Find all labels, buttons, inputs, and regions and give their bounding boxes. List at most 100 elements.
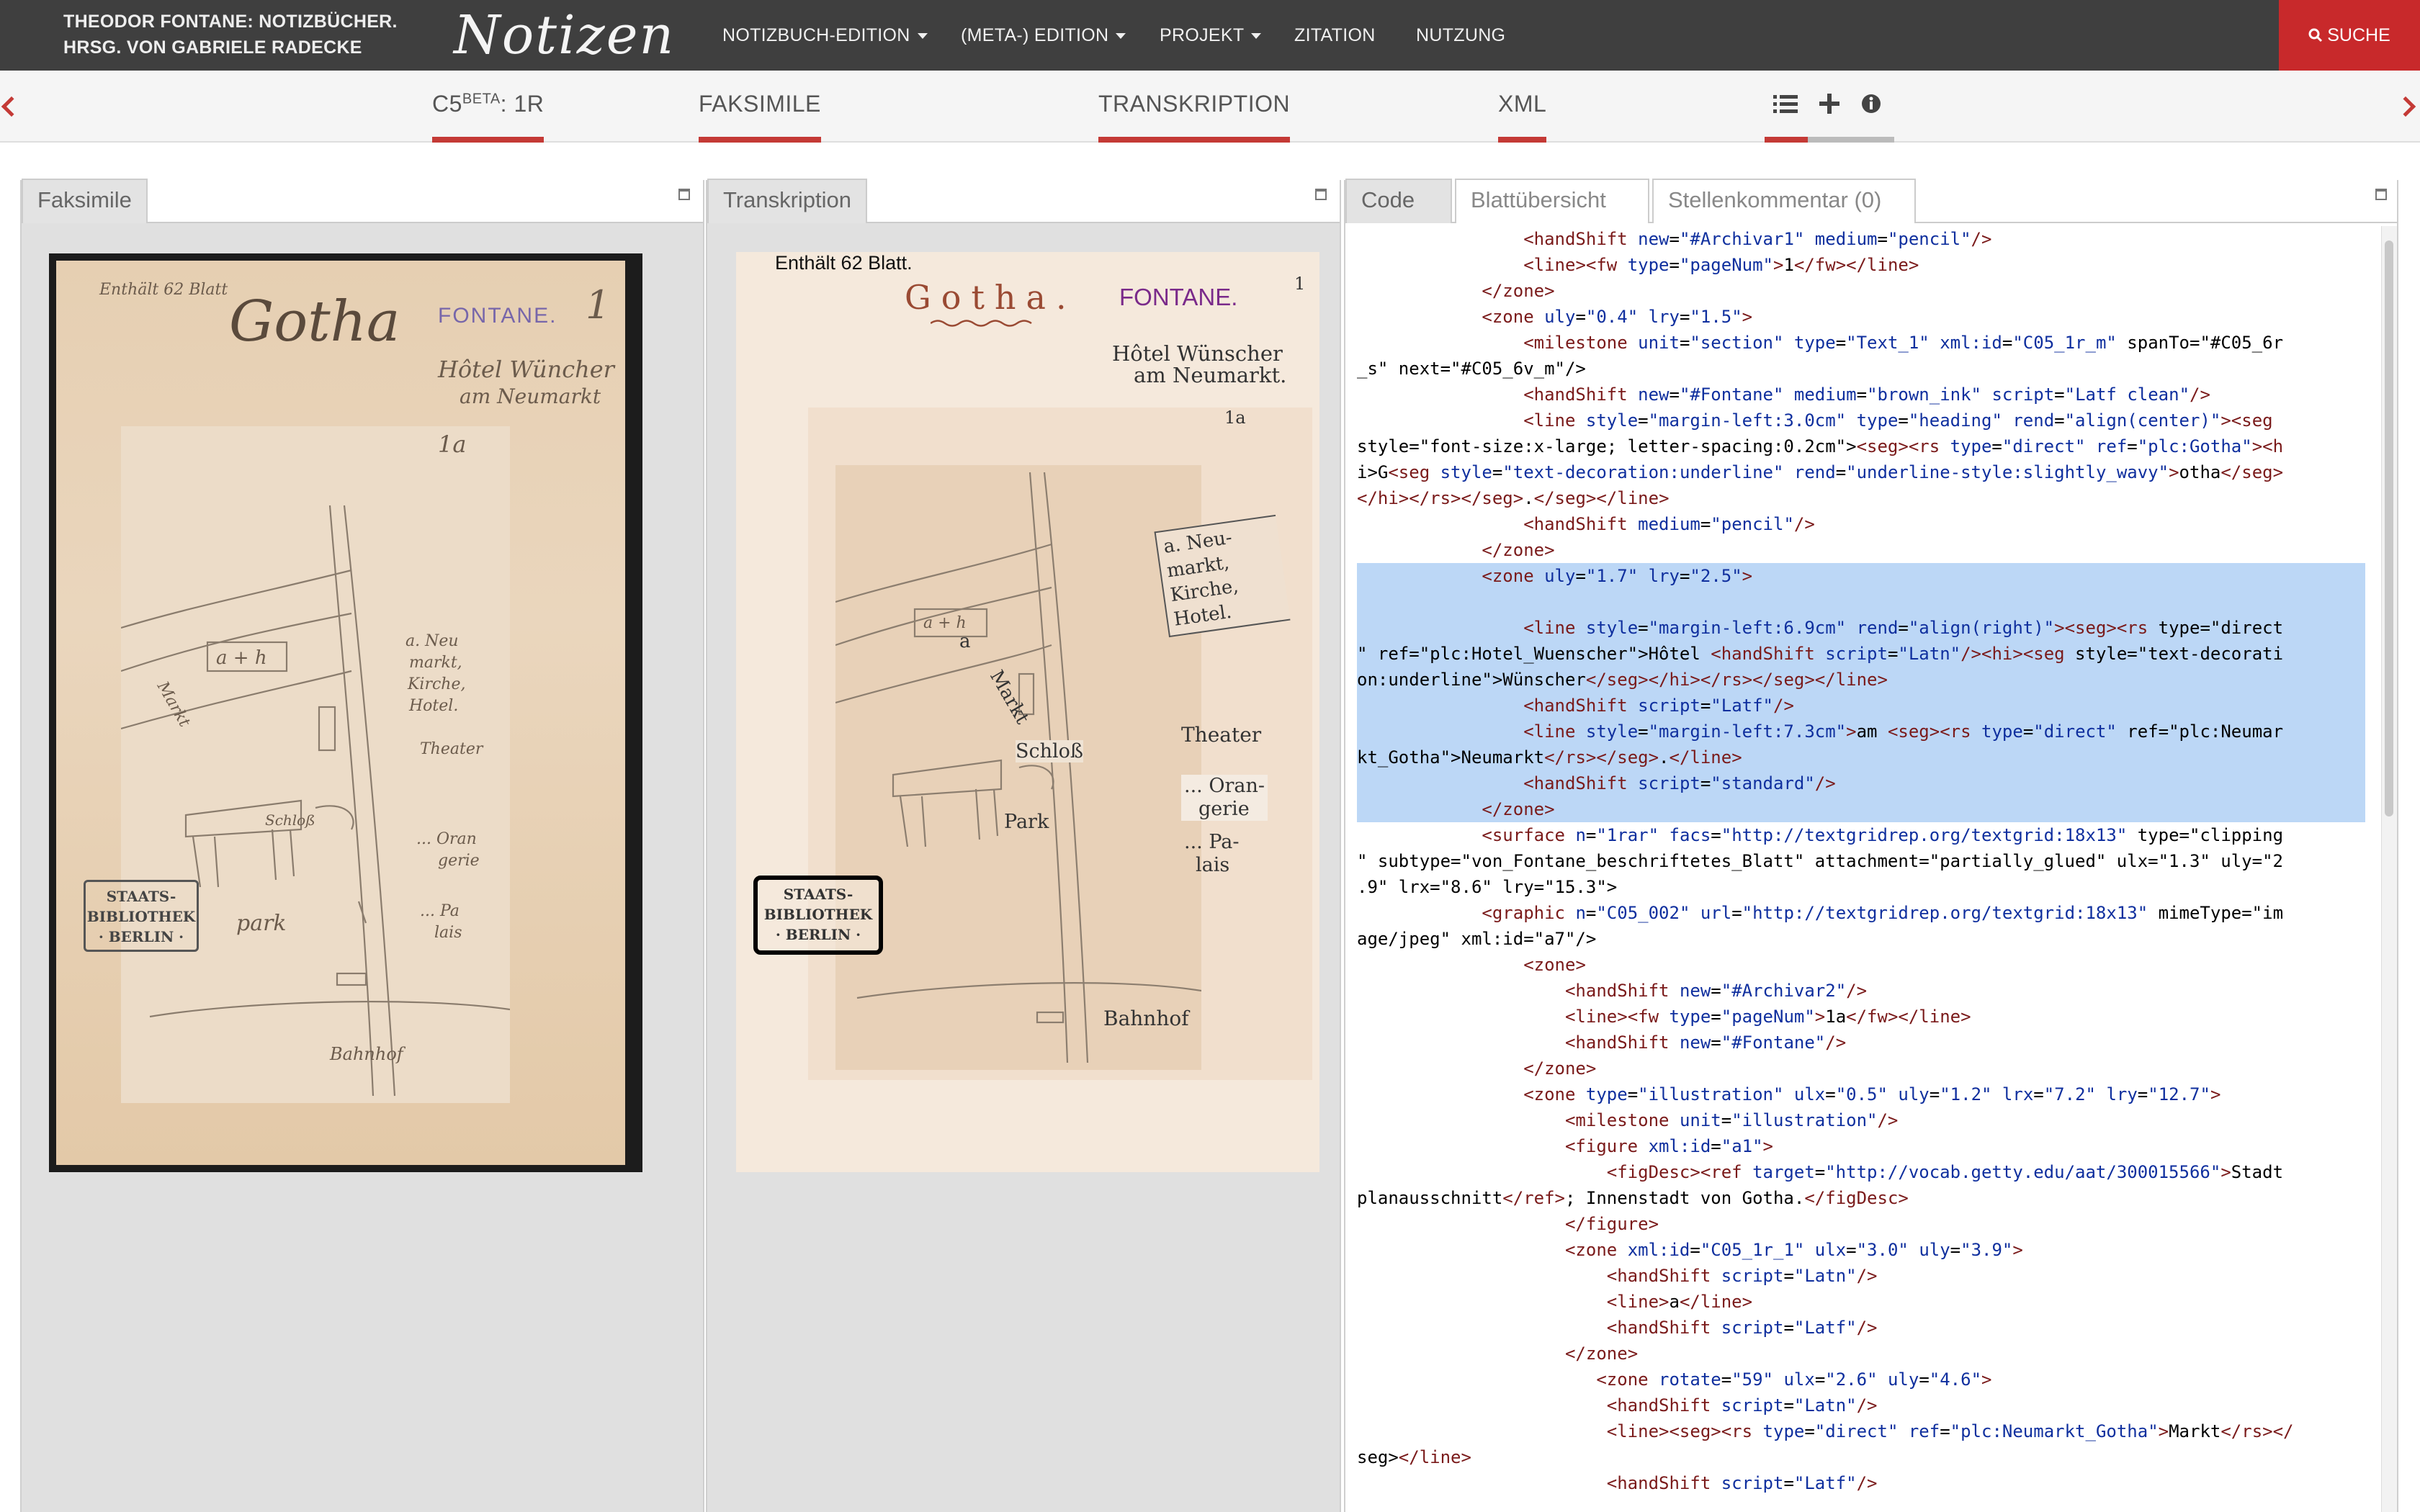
maximize-icon[interactable] — [2375, 189, 2387, 200]
tab-xml[interactable]: XML — [1498, 91, 1547, 143]
code-line: </zone> — [1482, 281, 1555, 301]
nav-nutzung[interactable]: NUTZUNG — [1416, 0, 1505, 71]
trans-hotel: Hôtel Wünscher — [1112, 341, 1283, 366]
brand-line-1: THEODOR FONTANE: NOTIZBÜCHER. — [63, 12, 398, 32]
svg-text:a + h: a + h — [216, 647, 267, 669]
active-underline — [699, 137, 821, 143]
code-line: <figDesc><ref target="http://vocab.getty… — [1606, 1162, 2284, 1182]
code-line: _s" next="#C05_6v_m"/> — [1357, 359, 1586, 379]
code-line: <zone uly="1.7" lry="2.5"> — [1357, 563, 2365, 589]
orangerie-line: ... Oran- — [1184, 775, 1265, 797]
svg-text:... Pa: ... Pa — [420, 902, 460, 920]
tab-code[interactable]: Code — [1345, 179, 1452, 223]
fontane-stamp: FONTANE. — [438, 304, 557, 328]
code-line: <handShift new="#Fontane" medium="brown_… — [1523, 384, 2210, 405]
code-line: </hi></rs></seg>.</seg></line> — [1357, 488, 1670, 508]
code-line: <zone uly="0.4" lry="1.5"> — [1482, 307, 1753, 327]
prev-page-arrow-icon[interactable] — [1, 96, 22, 117]
facsimile-image[interactable]: Enthält 62 Blatt Gotha FONTANE. 1 Hôtel … — [49, 253, 642, 1172]
chevron-down-icon — [1116, 33, 1126, 40]
maximize-icon[interactable] — [1315, 189, 1327, 200]
tab-faksimile-panel[interactable]: Faksimile — [22, 179, 148, 223]
nav-label: NOTIZBUCH-EDITION — [722, 25, 910, 45]
tab-transkription[interactable]: TRANSKRIPTION — [1098, 91, 1291, 143]
pencil-blatt: Enthält 62 Blatt — [99, 281, 228, 299]
icon-bar-underline — [1765, 137, 1894, 143]
code-line: <handShift new="#Archivar1" medium="penc… — [1523, 229, 1992, 249]
wavy-underline — [931, 320, 1032, 327]
code-panel: Code Blattübersicht Stellenkommentar (0)… — [1344, 179, 2398, 1512]
stamp-line: · BERLIN · — [98, 928, 184, 945]
svg-text:markt,: markt, — [409, 654, 462, 672]
code-line: i>G<seg style="text-decoration:underline… — [1357, 462, 2284, 482]
code-line: <line><fw type="pageNum">1</fw></line> — [1523, 255, 1919, 275]
code-line: <handShift new="#Archivar2"/> — [1564, 981, 1868, 1001]
info-icon[interactable] — [1861, 94, 1881, 114]
code-line: <line><fw type="pageNum">1a</fw></line> — [1564, 1007, 1971, 1027]
trans-palais: ... Pa- lais — [1184, 831, 1240, 877]
ink-hotel: Hôtel Wüncher — [438, 356, 614, 383]
nav-label: NUTZUNG — [1416, 25, 1506, 45]
tab-label: TRANSKRIPTION — [1098, 91, 1291, 117]
glued-leaf-transcription: 1a a + h a Schloß Park ... Oran- gerie .… — [808, 408, 1312, 1080]
tab-transkription-panel[interactable]: Transkription — [707, 179, 868, 223]
pencil-map-sketch: a + h a. Neu markt, Kirche, Hotel. Theat… — [121, 505, 510, 1097]
code-line: <line style="margin-left:6.9cm" rend="al… — [1357, 615, 2365, 641]
glued-sketch-leaf: 1a a + h a. Neu markt, Kirche, Hotel. Th… — [121, 426, 510, 1103]
trans-blatt: Enthält 62 Blatt. — [775, 252, 913, 274]
code-line: <zone xml:id="C05_1r_1" ulx="3.0" uly="3… — [1564, 1240, 2023, 1260]
scrollbar-thumb[interactable] — [2385, 240, 2393, 816]
code-line — [1357, 589, 2365, 615]
nav-projekt[interactable]: PROJEKT — [1160, 0, 1262, 71]
code-scrollbar[interactable] — [2381, 226, 2397, 1512]
list-icon[interactable] — [1773, 94, 1798, 115]
palais-line: lais — [1196, 854, 1230, 876]
tab-stellenkommentar[interactable]: Stellenkommentar (0) — [1652, 179, 1916, 223]
ink-gotha: Gotha — [229, 289, 400, 354]
next-page-arrow-icon[interactable] — [2395, 96, 2416, 117]
stamp-line: BIBLIOTHEK — [763, 906, 873, 923]
palais-line: ... Pa- — [1184, 831, 1240, 853]
code-line: <line>a</line> — [1606, 1292, 1753, 1312]
search-icon — [2308, 28, 2323, 42]
nav-label: ZITATION — [1294, 25, 1376, 45]
svg-text:gerie: gerie — [438, 852, 480, 870]
code-line: <handShift script="Latf"/> — [1606, 1473, 1878, 1493]
transcription-panel: Transkription Enthält 62 Blatt. Gotha. F… — [706, 179, 1341, 1512]
active-underline — [1098, 137, 1291, 143]
tab-blattuebersicht[interactable]: Blattübersicht — [1455, 179, 1649, 223]
sketch-facsimile: a + h — [835, 465, 1201, 1070]
page-suffix: : 1R — [500, 91, 544, 117]
chevron-down-icon — [917, 33, 928, 40]
site-brand[interactable]: THEODOR FONTANE: NOTIZBÜCHER. HRSG. VON … — [63, 9, 398, 60]
code-line: <handShift new="#Fontane"/> — [1564, 1032, 1847, 1053]
page-identifier[interactable]: C5BETA: 1R — [432, 91, 544, 143]
tab-faksimile[interactable]: FAKSIMILE — [699, 91, 821, 143]
code-line: kt_Gotha">Neumarkt</rs></seg>.</line> — [1357, 744, 2365, 770]
pencil-map-sketch-overlay: a + h — [835, 472, 1201, 1063]
svg-text:a + h: a + h — [923, 614, 967, 632]
code-line: <figure xml:id="a1"> — [1564, 1136, 1773, 1156]
active-underline — [1498, 137, 1547, 143]
page-id: C5 — [432, 91, 462, 117]
code-line: <handShift script="Latf"/> — [1606, 1318, 1878, 1338]
chevron-down-icon — [1251, 33, 1262, 40]
search-button[interactable]: SUCHE — [2279, 0, 2420, 71]
tab-label: XML — [1498, 91, 1547, 117]
nav-label: (META-) EDITION — [961, 25, 1109, 45]
code-line: <line style="margin-left:3.0cm" type="he… — [1523, 410, 2273, 431]
nav-meta-edition[interactable]: (META-) EDITION — [961, 0, 1126, 71]
code-line: <handShift script="standard"/> — [1357, 770, 2365, 796]
xml-code-view[interactable]: <handShift new="#Archivar1" medium="penc… — [1357, 226, 2365, 1512]
page-toolbar: C5BETA: 1R FAKSIMILE TRANSKRIPTION XML — [0, 71, 2420, 143]
svg-text:Markt: Markt — [153, 678, 193, 731]
stamp-line: BIBLIOTHEK — [86, 908, 196, 925]
trans-park: Park — [1004, 811, 1049, 833]
plus-icon[interactable] — [1819, 94, 1839, 114]
maximize-icon[interactable] — [678, 189, 690, 200]
notizen-logo[interactable]: Notizen — [454, 4, 675, 66]
library-stamp-transcription: STAATS- BIBLIOTHEK · BERLIN · — [753, 876, 883, 955]
code-line: <handShift script="Latf"/> — [1357, 693, 2365, 719]
nav-zitation[interactable]: ZITATION — [1294, 0, 1376, 71]
nav-notizbuch-edition[interactable]: NOTIZBUCH-EDITION — [722, 0, 928, 71]
